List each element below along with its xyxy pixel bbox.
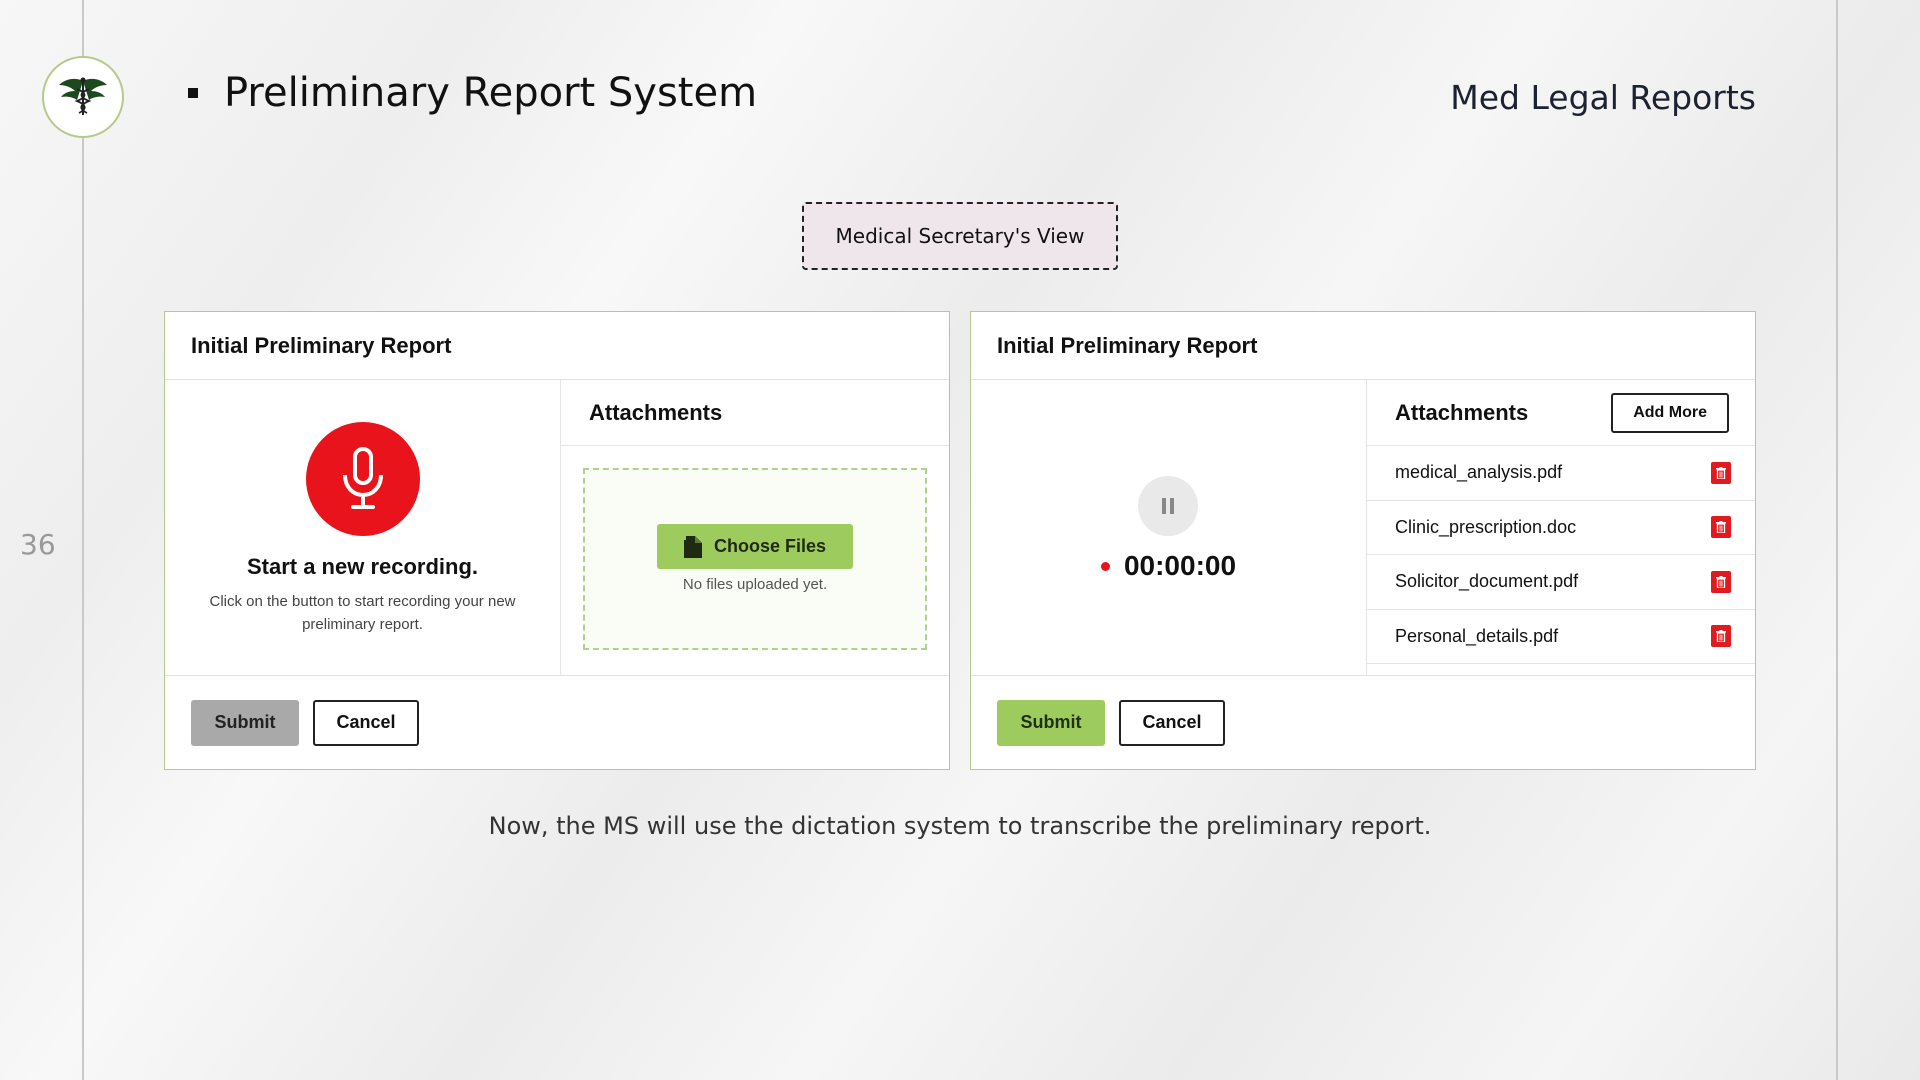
page-number: 36 [20,528,56,561]
submit-button[interactable]: Submit [997,699,1105,746]
attachments-header: Attachments Add More [1367,380,1755,446]
attachments-header: Attachments [561,380,949,446]
trash-icon[interactable] [1711,625,1731,648]
trash-icon[interactable] [1711,461,1731,484]
recording-timer: 00:00:00 [971,550,1366,582]
timer-value: 00:00:00 [1123,550,1237,581]
card-header: Initial Preliminary Report [165,312,949,380]
cancel-button[interactable]: Cancel [313,699,419,746]
slide-caption: Now, the MS will use the dictation syste… [488,812,1432,840]
submit-button[interactable]: Submit [191,699,299,746]
attachments-pane: Attachments Add More medical_analysis.pd… [1367,380,1755,675]
right-guide-line [1836,0,1838,1080]
view-label-badge: Medical Secretary's View [802,202,1118,270]
add-more-button[interactable]: Add More [1611,392,1729,433]
recording-pane: Start a new recording. Click on the butt… [165,380,561,675]
attachment-list: medical_analysis.pdf Clinic_prescription… [1367,446,1755,664]
brand-name: Med Legal Reports [1450,78,1756,117]
file-name: medical_analysis.pdf [1395,462,1563,483]
left-guide-line [82,0,84,1080]
card-footer: Submit Cancel [971,676,1755,769]
recording-pane: 00:00:00 [971,380,1367,675]
file-dropzone[interactable]: Choose Files No files uploaded yet. [583,468,927,650]
file-name: Clinic_prescription.doc [1395,516,1577,537]
card-body: 00:00:00 Attachments Add More medical_an… [971,380,1755,676]
caduceus-logo-icon [42,56,124,138]
pause-icon[interactable] [1138,476,1198,536]
file-name: Solicitor_document.pdf [1395,571,1579,592]
list-item: Personal_details.pdf [1367,610,1755,664]
choose-files-label: Choose Files [713,536,827,556]
card-footer: Submit Cancel [165,676,949,769]
choose-files-button[interactable]: Choose Files [657,524,853,569]
card-header: Initial Preliminary Report [971,312,1755,380]
page-title-text: Preliminary Report System [224,70,758,116]
page-title: Preliminary Report System [188,70,757,116]
bullet-icon [188,88,198,98]
attachments-title: Attachments [589,399,723,425]
attachments-title: Attachments [1395,399,1529,425]
list-item: Clinic_prescription.doc [1367,501,1755,555]
recording-title: Start a new recording. [246,554,479,579]
file-icon [683,535,702,558]
recording-dot-icon [1100,561,1110,571]
file-name: Personal_details.pdf [1395,625,1559,646]
report-card-new-recording: Initial Preliminary Report Start a new r… [164,311,950,770]
list-item: medical_analysis.pdf [1367,446,1755,501]
recording-description: Click on the button to start recording y… [209,593,516,633]
trash-icon[interactable] [1711,516,1731,539]
microphone-icon[interactable] [306,422,420,536]
no-files-text: No files uploaded yet. [682,576,828,593]
card-body: Start a new recording. Click on the butt… [165,380,949,676]
report-card-recording: Initial Preliminary Report 00:00:00 Atta… [970,311,1756,770]
cancel-button[interactable]: Cancel [1119,699,1225,746]
attachments-pane: Attachments Choose Files No files upload… [561,380,949,675]
list-item: Solicitor_document.pdf [1367,555,1755,610]
trash-icon[interactable] [1711,570,1731,593]
